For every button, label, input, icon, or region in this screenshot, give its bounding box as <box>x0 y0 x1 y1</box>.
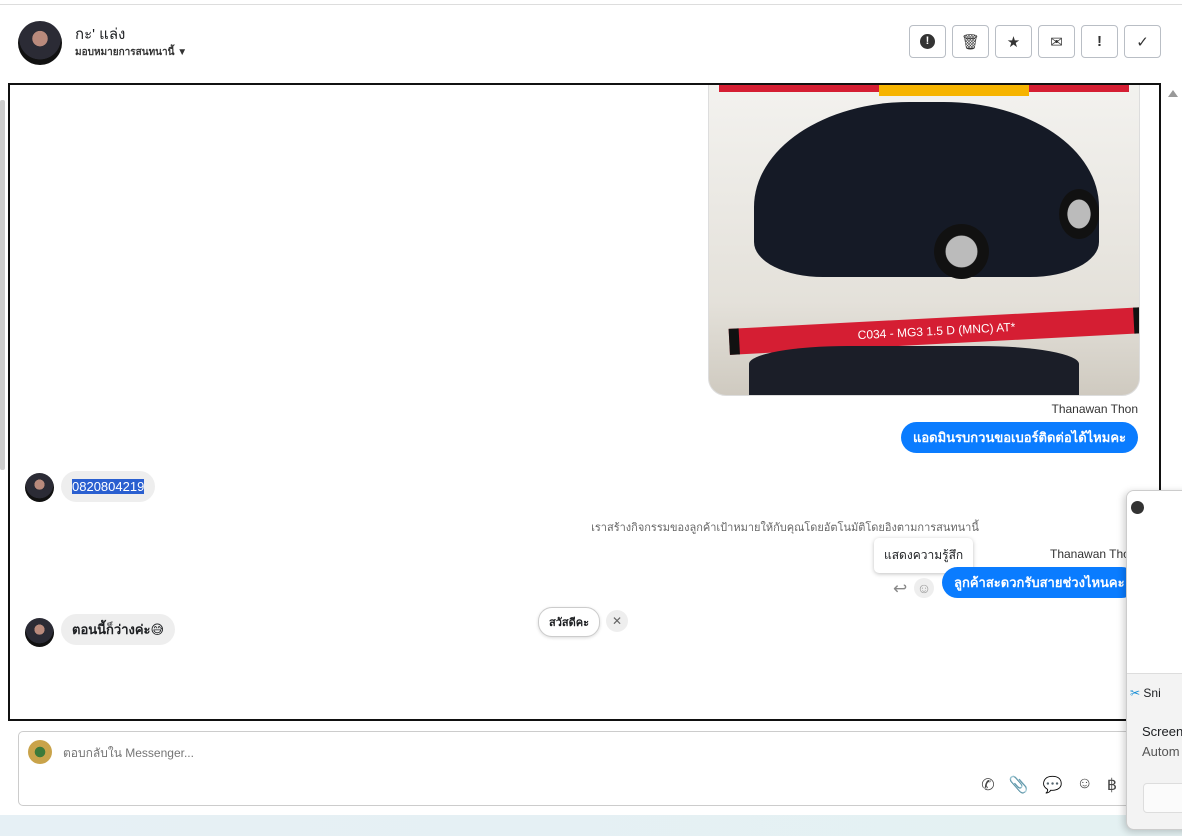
phone-plus-icon[interactable]: ✆ <box>981 775 994 795</box>
important-button[interactable]: ! <box>1081 25 1118 58</box>
image-decoration <box>879 85 1029 96</box>
exclamation-icon: ! <box>1097 33 1102 50</box>
reply-icon[interactable]: ↩ <box>893 579 907 599</box>
conversation-header: กะ' แล่ง มอบหมายการสนทนานี้ ▼ ! 🗑 ★ ✉ ! … <box>8 5 1168 83</box>
star-button[interactable]: ★ <box>995 25 1032 58</box>
snip-app-name: Sni <box>1143 686 1161 700</box>
paperclip-icon[interactable]: 📎 <box>1009 775 1029 795</box>
contact-avatar[interactable] <box>18 21 62 65</box>
system-notice: เราสร้างกิจกรรมของลูกค้าเป้าหมายให้กับคุ… <box>591 522 979 534</box>
delete-button[interactable]: 🗑 <box>952 25 989 58</box>
mark-unread-button[interactable]: ✉ <box>1038 25 1075 58</box>
message-bubble-outgoing[interactable]: แอดมินรบกวนขอเบอร์ติดต่อได้ไหมคะ <box>900 422 1138 453</box>
snip-title: Screen <box>1142 724 1182 739</box>
selected-phone-number[interactable]: 0820804219 <box>72 479 145 494</box>
composer-tools: ✆ 📎 💬 ☺ ฿ <box>981 775 1117 795</box>
conversation-actions: ! 🗑 ★ ✉ ! ✓ <box>909 25 1161 58</box>
check-icon: ✓ <box>1136 33 1149 51</box>
car-wheel <box>934 224 989 279</box>
caret-down-icon: ▼ <box>177 47 188 58</box>
star-icon: ★ <box>1006 33 1021 51</box>
left-scrollbar[interactable] <box>0 100 5 470</box>
envelope-icon: ✉ <box>1050 33 1063 51</box>
alert-circle-icon: ! <box>920 34 935 49</box>
close-quick-reply-icon[interactable]: ✕ <box>606 610 628 632</box>
message-bubble-outgoing[interactable]: ลูกค้าสะดวกรับสายช่วงไหนคะ <box>942 567 1137 598</box>
screenshot-thumbnail[interactable] <box>1127 491 1182 674</box>
snip-subtitle: Autom <box>1142 744 1180 759</box>
image-attachment[interactable]: C034 - MG3 1.5 D (MNC) AT* <box>708 85 1140 396</box>
page-background <box>0 815 1182 836</box>
car-image <box>749 346 1079 395</box>
emoji-icon[interactable]: ☺ <box>1076 775 1092 795</box>
contact-avatar-small <box>25 473 54 502</box>
assign-conversation-dropdown[interactable]: มอบหมายการสนทนานี้ ▼ <box>75 45 187 60</box>
contact-name: กะ' แล่ง <box>75 26 126 43</box>
page-avatar <box>28 740 52 764</box>
assign-label: มอบหมายการสนทนานี้ <box>75 47 175 58</box>
thumbnail-avatar <box>1131 501 1144 514</box>
car-wheel <box>1059 189 1099 239</box>
emoji-react-icon[interactable]: ☺ <box>914 578 934 598</box>
snipping-tool-notification[interactable]: ✂ Sni Screen Autom <box>1126 490 1182 830</box>
message-bubble-incoming[interactable]: 0820804219 <box>61 471 156 502</box>
trash-icon: 🗑 <box>960 33 981 51</box>
message-thread[interactable]: C034 - MG3 1.5 D (MNC) AT* Thanawan Thon… <box>8 83 1161 721</box>
spam-button[interactable]: ! <box>909 25 946 58</box>
message-bubble-incoming[interactable]: ตอนนี้ก็ว่างค่ะ😅 <box>61 614 176 645</box>
sender-name: Thanawan Thon <box>1051 402 1138 416</box>
sender-name: Thanawan Thon <box>1050 547 1137 561</box>
saved-replies-icon[interactable]: 💬 <box>1043 775 1063 795</box>
quick-reply-chip[interactable]: สวัสดีคะ <box>538 607 601 637</box>
scroll-up-arrow-icon[interactable] <box>1168 90 1178 97</box>
reply-input[interactable] <box>63 746 663 760</box>
done-button[interactable]: ✓ <box>1124 25 1161 58</box>
contact-avatar-small <box>25 618 54 647</box>
snip-action-button[interactable] <box>1143 783 1182 813</box>
scissors-icon: ✂ <box>1130 686 1141 700</box>
car-image <box>754 102 1099 277</box>
reply-composer: ✆ 📎 💬 ☺ ฿ <box>18 731 1158 806</box>
payment-icon[interactable]: ฿ <box>1107 775 1117 795</box>
